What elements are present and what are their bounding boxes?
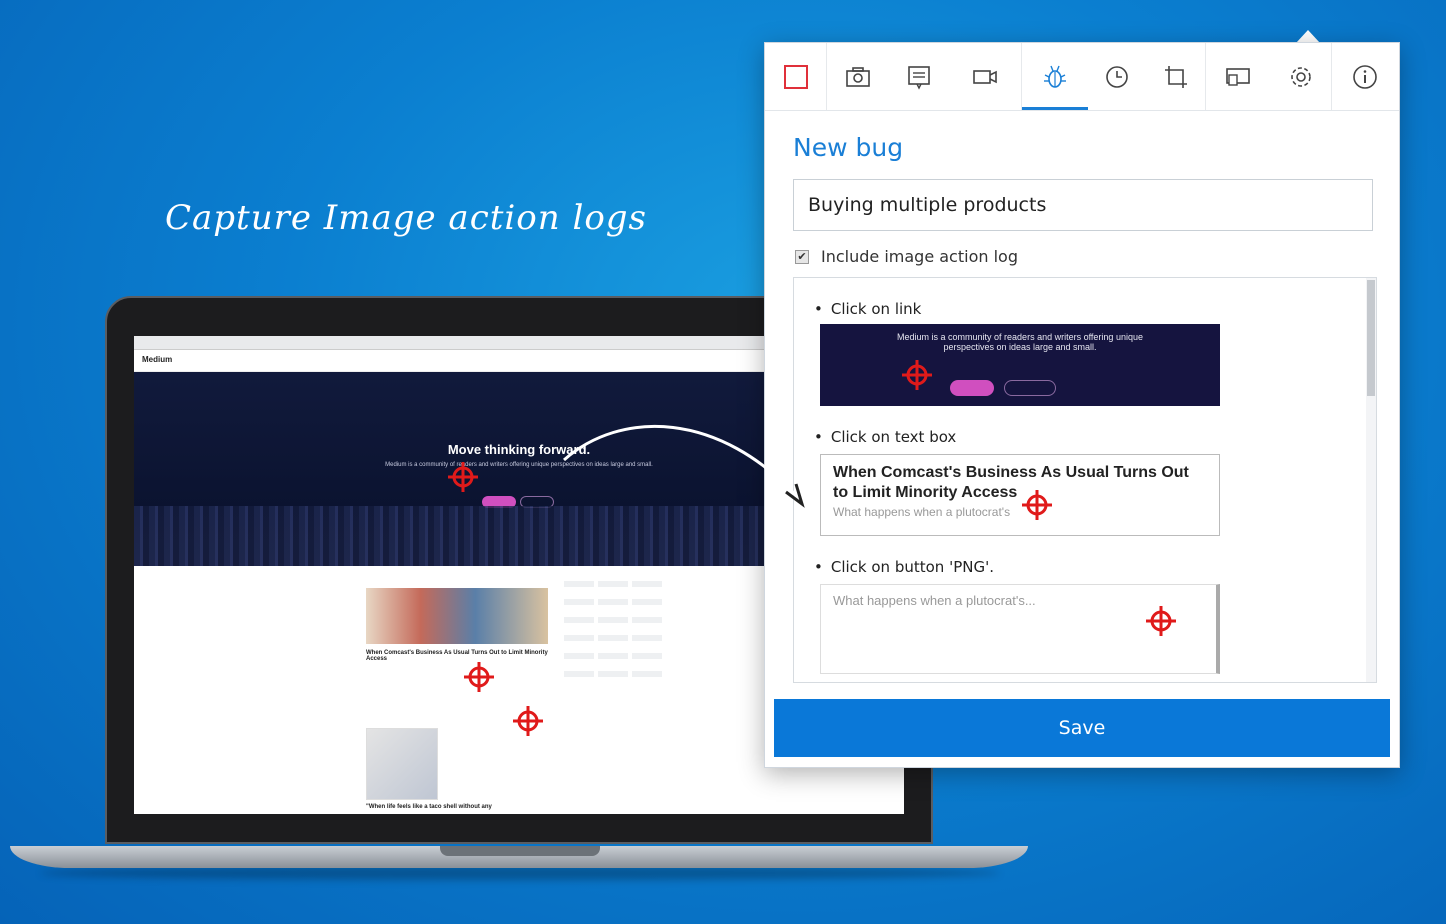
thumb-button [950,380,994,396]
thumbnail-text: Medium is a community of readers and wri… [897,332,1143,352]
crop-tool[interactable] [1146,43,1206,110]
toolbar [765,43,1399,111]
log-item-label: Click on text box [814,428,956,446]
log-thumbnail: Medium is a community of readers and wri… [820,324,1220,406]
settings-tool[interactable] [1270,43,1332,110]
save-button[interactable]: Save [774,699,1390,757]
article-title-2[interactable]: "When life feels like a taco shell witho… [366,804,548,810]
crosshair-icon [464,662,494,692]
article-title[interactable]: When Comcast's Business As Usual Turns O… [366,650,548,662]
crosshair-icon [448,462,478,492]
bug-icon [1044,65,1066,88]
rectangle-tool[interactable] [765,43,827,110]
video-tool[interactable] [949,43,1022,110]
info-icon [1353,64,1377,89]
note-icon [908,65,930,90]
scrollbar[interactable] [1366,278,1376,682]
include-log-row[interactable]: ✔ Include image action log [795,247,1018,266]
panel-title: New bug [793,133,904,162]
thumbnail-title: When Comcast's Business As Usual Turns O… [833,464,1189,501]
screen-icon [1226,67,1250,86]
video-icon [973,69,997,84]
bug-name-input[interactable] [793,179,1373,231]
crop-icon [1164,65,1187,88]
bug-tool[interactable] [1022,43,1088,110]
site-logo: Medium [142,355,173,364]
crosshair-icon [902,360,932,390]
article-image-2 [366,728,438,800]
info-tool[interactable] [1332,43,1398,110]
scrollbar-thumb[interactable] [1367,280,1375,396]
tag-sidebar [562,576,690,806]
note-tool[interactable] [889,43,949,110]
camera-icon [846,66,870,87]
crosshair-icon [1022,490,1052,520]
log-item-label: Click on button 'PNG'. [814,558,994,576]
crosshair-icon [513,706,543,736]
article-image [366,588,548,644]
history-tool[interactable] [1088,43,1146,110]
gear-icon [1290,66,1311,87]
log-thumbnail: When Comcast's Business As Usual Turns O… [820,454,1220,536]
screenshot-tool[interactable] [827,43,889,110]
bug-panel: New bug ✔ Include image action log Click… [764,42,1400,768]
crosshair-icon [1146,606,1176,636]
laptop-shadow [40,866,1000,880]
screen-tool[interactable] [1206,43,1270,110]
laptop-notch [440,846,600,856]
action-log-list[interactable]: Click on link Medium is a community of r… [793,277,1377,683]
log-item-label: Click on link [814,300,922,318]
rectangle-icon [783,64,808,89]
headline: Capture Image action logs [165,198,648,238]
clock-icon [1106,65,1128,88]
thumb-button [1004,380,1056,396]
include-log-label: Include image action log [821,247,1018,266]
thumbnail-subtitle: What happens when a plutocrat's [833,505,1011,519]
include-log-checkbox[interactable]: ✔ [795,249,809,264]
connector-arrow [563,424,805,508]
